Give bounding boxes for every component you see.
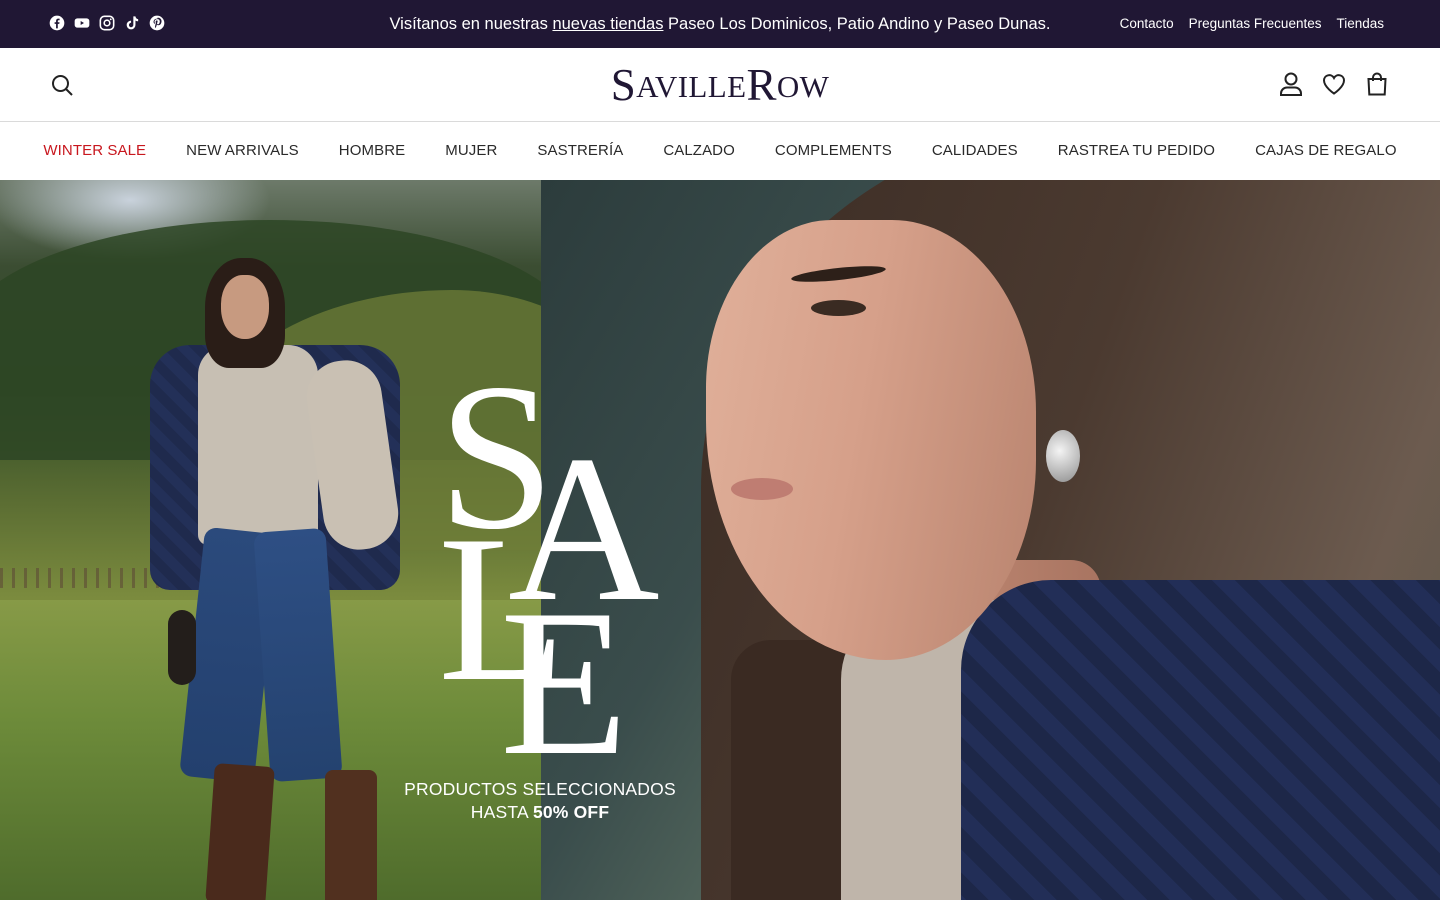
- promo-line-2-prefix: HASTA: [470, 802, 528, 822]
- site-header: SAVILLEROW: [0, 48, 1440, 122]
- nav-item-cajas-de-regalo[interactable]: CAJAS DE REGALO: [1255, 142, 1397, 159]
- model-boot-left: [205, 763, 275, 900]
- nav-item-hombre[interactable]: HOMBRE: [339, 142, 405, 159]
- portrait-eye: [811, 300, 866, 316]
- faq-link[interactable]: Preguntas Frecuentes: [1189, 16, 1322, 31]
- nav-item-calidades[interactable]: CALIDADES: [932, 142, 1018, 159]
- promo-text: PRODUCTOS SELECCIONADOS HASTA 50% OFF: [360, 778, 720, 824]
- logo-initial-s: S: [610, 60, 637, 110]
- top-links: Contacto Preguntas Frecuentes Tiendas: [1120, 16, 1384, 31]
- stores-link[interactable]: Tiendas: [1336, 16, 1384, 31]
- nav-item-complements[interactable]: COMPLEMENTS: [775, 142, 892, 159]
- new-stores-link[interactable]: nuevas tiendas: [552, 15, 663, 33]
- announcement-suffix: Paseo Los Dominicos, Patio Andino y Pase…: [668, 15, 1051, 33]
- hero-banner[interactable]: S A L E PRODUCTOS SELECCIONADOS HASTA 50…: [0, 180, 1440, 900]
- hero-left-fence: [0, 568, 160, 588]
- nav-item-rastrea-tu-pedido[interactable]: RASTREA TU PEDIDO: [1058, 142, 1215, 159]
- model-face: [221, 275, 269, 339]
- cart-bag-icon[interactable]: [1364, 71, 1390, 97]
- announcement-prefix: Visítanos en nuestras: [389, 15, 548, 33]
- model-glove: [168, 610, 196, 685]
- nav-item-calzado[interactable]: CALZADO: [663, 142, 735, 159]
- wishlist-heart-icon[interactable]: [1321, 71, 1347, 97]
- nav-item-winter-sale[interactable]: WINTER SALE: [43, 142, 146, 159]
- main-navigation: WINTER SALE NEW ARRIVALS HOMBRE MUJER SA…: [0, 123, 1440, 180]
- header-actions: [1278, 71, 1390, 97]
- promo-line-1: PRODUCTOS SELECCIONADOS: [404, 779, 676, 799]
- logo-initial-r: R: [746, 60, 777, 110]
- nav-item-mujer[interactable]: MUJER: [445, 142, 497, 159]
- saville-row-logo[interactable]: SAVILLEROW: [0, 61, 1440, 111]
- promo-line-2: HASTA 50% OFF: [360, 801, 720, 824]
- account-icon[interactable]: [1278, 71, 1304, 97]
- contact-link[interactable]: Contacto: [1120, 16, 1174, 31]
- portrait-lips: [731, 478, 793, 500]
- logo-word-aville: AVILLE: [636, 69, 747, 104]
- portrait-vest: [961, 580, 1440, 900]
- model-sweater: [198, 345, 318, 545]
- promo-discount: 50% OFF: [532, 802, 610, 822]
- announcement-bar: Visítanos en nuestras nuevas tiendas Pas…: [0, 0, 1440, 48]
- nav-item-new-arrivals[interactable]: NEW ARRIVALS: [186, 142, 299, 159]
- logo-word-ow: OW: [776, 69, 830, 104]
- portrait-earring: [1046, 430, 1080, 482]
- nav-item-sastreria[interactable]: SASTRERÍA: [537, 142, 623, 159]
